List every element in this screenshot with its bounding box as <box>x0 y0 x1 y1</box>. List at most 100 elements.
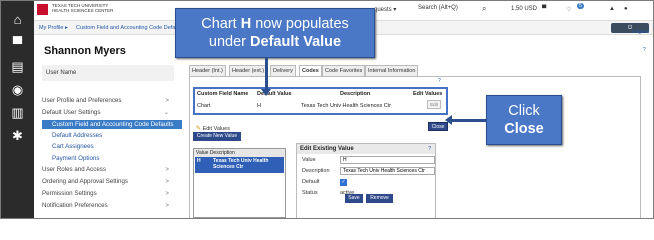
sidebar-item-label: Ordering and Approval Settings <box>42 178 128 185</box>
remove-button[interactable]: Remove <box>366 194 393 203</box>
callout-arrowhead-down-icon <box>261 89 271 96</box>
sidebar-item-default-user-settings[interactable]: Default User Settings ⌄ <box>42 109 177 116</box>
sidebar-item-ordering-approval[interactable]: Ordering and Approval Settings > <box>42 178 177 185</box>
cell-field-name: Chart <box>197 103 211 109</box>
callout-top-line1: Chart H now populates <box>176 15 374 33</box>
breadcrumb-my-profile[interactable]: My Profile ▸ <box>39 25 68 31</box>
user-name-field[interactable]: User Name <box>42 65 174 81</box>
callout-right-line2: Close <box>504 121 544 137</box>
callout-default-value: Chart H now populates under Default Valu… <box>175 8 375 58</box>
sidebar-item-custom-field-defaults[interactable]: Custom Field and Accounting Code Default… <box>42 120 182 129</box>
callout-top-text1c: now populates <box>251 16 349 32</box>
list-item-value: H <box>197 158 201 164</box>
callout-top-text1a: Chart <box>201 16 241 32</box>
sidebar-item-label: Notification Preferences <box>42 202 108 209</box>
col-header-edit-values: Edit Values <box>413 91 443 97</box>
chevron-right-icon: > <box>165 97 169 104</box>
location-icon[interactable]: ◉ <box>9 81 26 98</box>
profile-sidebar: Shannon Myers User Name User Profile and… <box>34 35 182 218</box>
tab-codes[interactable]: Codes <box>299 65 322 76</box>
cart-icon[interactable]: ▀ <box>9 35 26 52</box>
bell-icon[interactable]: ▲ <box>609 6 615 12</box>
default-checkbox[interactable]: ✓ <box>340 179 347 186</box>
list-item[interactable]: H Texas Tech Univ Health Sciences Ctr <box>195 157 284 173</box>
sidebar-item-label: Custom Field and Accounting Code Default… <box>52 121 174 128</box>
panel-help-icon[interactable]: ? <box>438 78 441 84</box>
sidebar-item-default-addresses[interactable]: Default Addresses <box>52 132 187 139</box>
notification-badge: 5 <box>577 3 584 9</box>
tab-code-favorites[interactable]: Code Favorites <box>322 65 366 76</box>
chevron-right-icon: > <box>165 202 169 209</box>
callout-arrow-down <box>265 58 268 92</box>
custom-field-table: Custom Field Name Default Value Descript… <box>193 87 448 115</box>
help-icon[interactable]: ? <box>643 47 646 53</box>
tab-header-ext[interactable]: Header (ext.) <box>229 65 268 76</box>
callout-top-text2b: Default Value <box>250 34 342 50</box>
sidebar-item-label: User Roles and Access <box>42 166 106 173</box>
document-icon[interactable]: ▤ <box>9 58 26 75</box>
callout-top-text2a: under <box>208 34 251 50</box>
chevron-right-icon: > <box>165 190 169 197</box>
user-display-name: Shannon Myers <box>44 45 126 57</box>
requests-menu[interactable]: quests ▾ <box>374 6 396 13</box>
cell-description: Texas Tech Univ Health Sciences Ctr <box>301 103 392 109</box>
edit-existing-value-panel: Edit Existing Value ? Value H Descriptio… <box>296 143 436 218</box>
sidebar-item-notification-prefs[interactable]: Notification Preferences > <box>42 202 177 209</box>
search-input[interactable]: Search (Alt+Q) <box>418 5 488 16</box>
settings-icon[interactable]: ✱ <box>9 127 26 144</box>
description-label: Description <box>302 168 330 174</box>
logo-line2: HEALTH SCIENCES CENTER <box>52 8 114 13</box>
screenshot-frame: ⌂ ▀ ▤ ◉ ▥ ✱ TEXAS TECH UNIVERSITY HEALTH… <box>0 0 654 219</box>
main-content: ? Header (Int.) Header (ext.) Delivery C… <box>185 35 650 218</box>
cart-total[interactable]: 1.50 USD <box>511 6 537 12</box>
sidebar-item-label: User Profile and Preferences <box>42 97 122 104</box>
chevron-right-icon: > <box>165 178 169 185</box>
value-list-header-desc: Description <box>209 150 235 156</box>
col-header-description: Description <box>340 91 371 97</box>
value-label: Value <box>302 157 316 163</box>
chevron-down-icon: ⌄ <box>163 109 169 116</box>
user-icon[interactable]: ● <box>624 6 628 12</box>
callout-click-close: Click Close <box>486 95 562 145</box>
value-list-header: Value Description <box>194 149 285 157</box>
default-label: Default <box>302 179 320 185</box>
home-icon[interactable]: ⌂ <box>9 11 26 28</box>
sidebar-item-permission-settings[interactable]: Permission Settings > <box>42 190 177 197</box>
edit-existing-help-icon[interactable]: ? <box>428 146 431 152</box>
tab-header-int[interactable]: Header (Int.) <box>189 65 226 76</box>
description-field[interactable]: Texas Tech Univ Health Sciences Ctr <box>340 167 435 175</box>
logout-button[interactable]: ⏻ Logout <box>611 23 649 35</box>
sidebar-item-payment-options[interactable]: Payment Options <box>52 155 187 162</box>
status-label: Status <box>302 190 318 196</box>
list-item-desc: Texas Tech Univ Health Sciences Ctr <box>213 158 269 170</box>
tab-internal-information[interactable]: Internal Information <box>365 65 419 76</box>
edit-existing-title: Edit Existing Value <box>297 144 435 154</box>
value-list: Value Description H Texas Tech Univ Heal… <box>193 148 286 218</box>
sidebar-item-user-profile[interactable]: User Profile and Preferences > <box>42 97 177 104</box>
org-logo-text: TEXAS TECH UNIVERSITY HEALTH SCIENCES CE… <box>52 3 122 13</box>
edit-values-link[interactable]: ✎ Edit Values <box>196 125 230 132</box>
callout-top-text1b: H <box>240 16 252 32</box>
value-list-header-value: Value <box>196 150 209 156</box>
callout-arrowhead-left-icon <box>445 115 452 125</box>
left-nav-rail: ⌂ ▀ ▤ ◉ ▥ ✱ <box>1 1 34 218</box>
ttuhsc-logo-icon <box>37 4 48 15</box>
sidebar-item-user-roles[interactable]: User Roles and Access > <box>42 166 177 173</box>
bank-icon[interactable]: ▥ <box>9 104 26 121</box>
breadcrumb-current[interactable]: Custom Field and Accounting Code Default… <box>76 25 184 31</box>
callout-top-line2: under Default Value <box>176 33 374 51</box>
sidebar-item-label: Default User Settings <box>42 109 101 116</box>
chevron-right-icon: > <box>165 166 169 173</box>
callout-arrow-left <box>451 119 486 122</box>
sidebar-item-cart-assignees[interactable]: Cart Assignees <box>52 143 187 150</box>
create-new-value-button[interactable]: Create New Value <box>193 132 241 141</box>
edit-button[interactable]: Edit <box>427 100 441 109</box>
cell-default-value: H <box>257 103 261 109</box>
favorites-icon[interactable]: ♡ <box>566 6 571 13</box>
search-icon[interactable]: ⌕ <box>482 4 486 14</box>
save-button[interactable]: Save <box>345 194 363 203</box>
callout-right-line1: Click <box>508 103 540 119</box>
cart-top-icon[interactable]: ▀ <box>542 6 546 12</box>
value-field[interactable]: H <box>340 156 435 164</box>
tab-delivery[interactable]: Delivery <box>270 65 296 76</box>
